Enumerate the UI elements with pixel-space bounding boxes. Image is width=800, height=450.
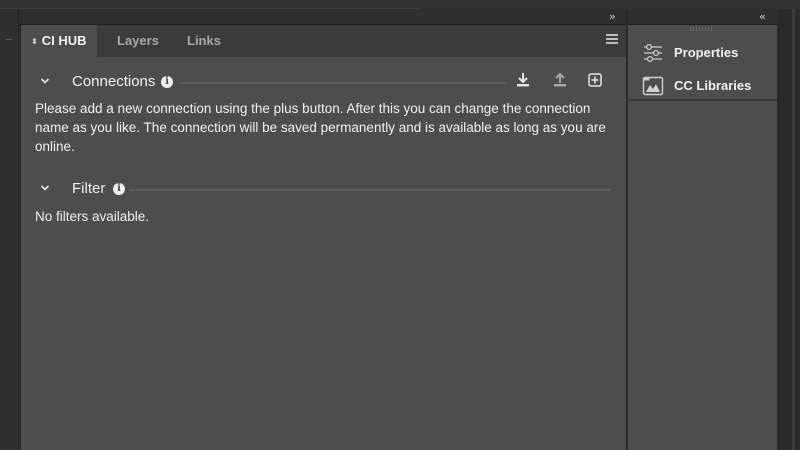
info-icon[interactable]: i bbox=[113, 183, 125, 195]
filter-empty-text: No filters available. bbox=[35, 209, 150, 224]
dock-item-properties-label: Properties bbox=[674, 45, 739, 60]
dock-grip[interactable] bbox=[690, 27, 714, 31]
dock-item-properties[interactable]: Properties bbox=[628, 37, 777, 69]
document-title-strip bbox=[0, 0, 420, 9]
chevron-down-icon[interactable] bbox=[39, 75, 51, 87]
tab-links-label: Links bbox=[187, 33, 221, 48]
add-connection-icon[interactable] bbox=[586, 71, 604, 89]
right-panel-dock: Properties CC Libraries bbox=[628, 25, 777, 450]
dock-item-cc-libraries[interactable]: CC Libraries bbox=[628, 70, 777, 102]
filter-section-header: Filter i bbox=[21, 178, 626, 202]
gutter-mark bbox=[6, 39, 12, 40]
panel-dock-header: ›› ‹‹ bbox=[19, 9, 777, 25]
hamburger-menu-icon[interactable] bbox=[606, 34, 618, 46]
dock-separator bbox=[628, 99, 777, 101]
properties-sliders-icon bbox=[644, 43, 662, 63]
ci-hub-panel: ⬍ CI HUB Layers Links Connections i Plea… bbox=[21, 25, 626, 450]
tab-layers[interactable]: Layers bbox=[117, 25, 159, 57]
edge-stripe bbox=[792, 9, 795, 450]
section-divider bbox=[180, 82, 507, 84]
download-icon[interactable] bbox=[514, 71, 532, 89]
panel-tab-bar: ⬍ CI HUB Layers Links bbox=[21, 25, 626, 57]
section-divider bbox=[129, 189, 611, 191]
connections-title: Connections bbox=[72, 73, 156, 90]
chevron-down-icon[interactable] bbox=[39, 182, 51, 194]
double-chevron-right-icon[interactable]: ›› bbox=[609, 9, 616, 24]
upload-icon[interactable] bbox=[551, 71, 569, 89]
cc-libraries-icon bbox=[642, 76, 664, 96]
reorder-updown-icon: ⬍ bbox=[31, 37, 38, 46]
application-bar bbox=[0, 0, 800, 9]
tab-links[interactable]: Links bbox=[187, 25, 221, 57]
connections-section-header: Connections i bbox=[21, 71, 626, 95]
dock-item-cc-libraries-label: CC Libraries bbox=[674, 78, 752, 93]
tab-ci-hub[interactable]: ⬍ CI HUB bbox=[21, 25, 97, 57]
info-icon[interactable]: i bbox=[161, 76, 173, 88]
double-chevron-left-icon[interactable]: ‹‹ bbox=[759, 9, 766, 24]
connections-description: Please add a new connection using the pl… bbox=[35, 101, 606, 154]
filter-title: Filter bbox=[72, 180, 106, 197]
tab-layers-label: Layers bbox=[117, 33, 159, 48]
left-workspace-gutter bbox=[0, 9, 19, 450]
tab-ci-hub-label: CI HUB bbox=[41, 33, 87, 48]
right-workspace-edge bbox=[777, 9, 800, 450]
